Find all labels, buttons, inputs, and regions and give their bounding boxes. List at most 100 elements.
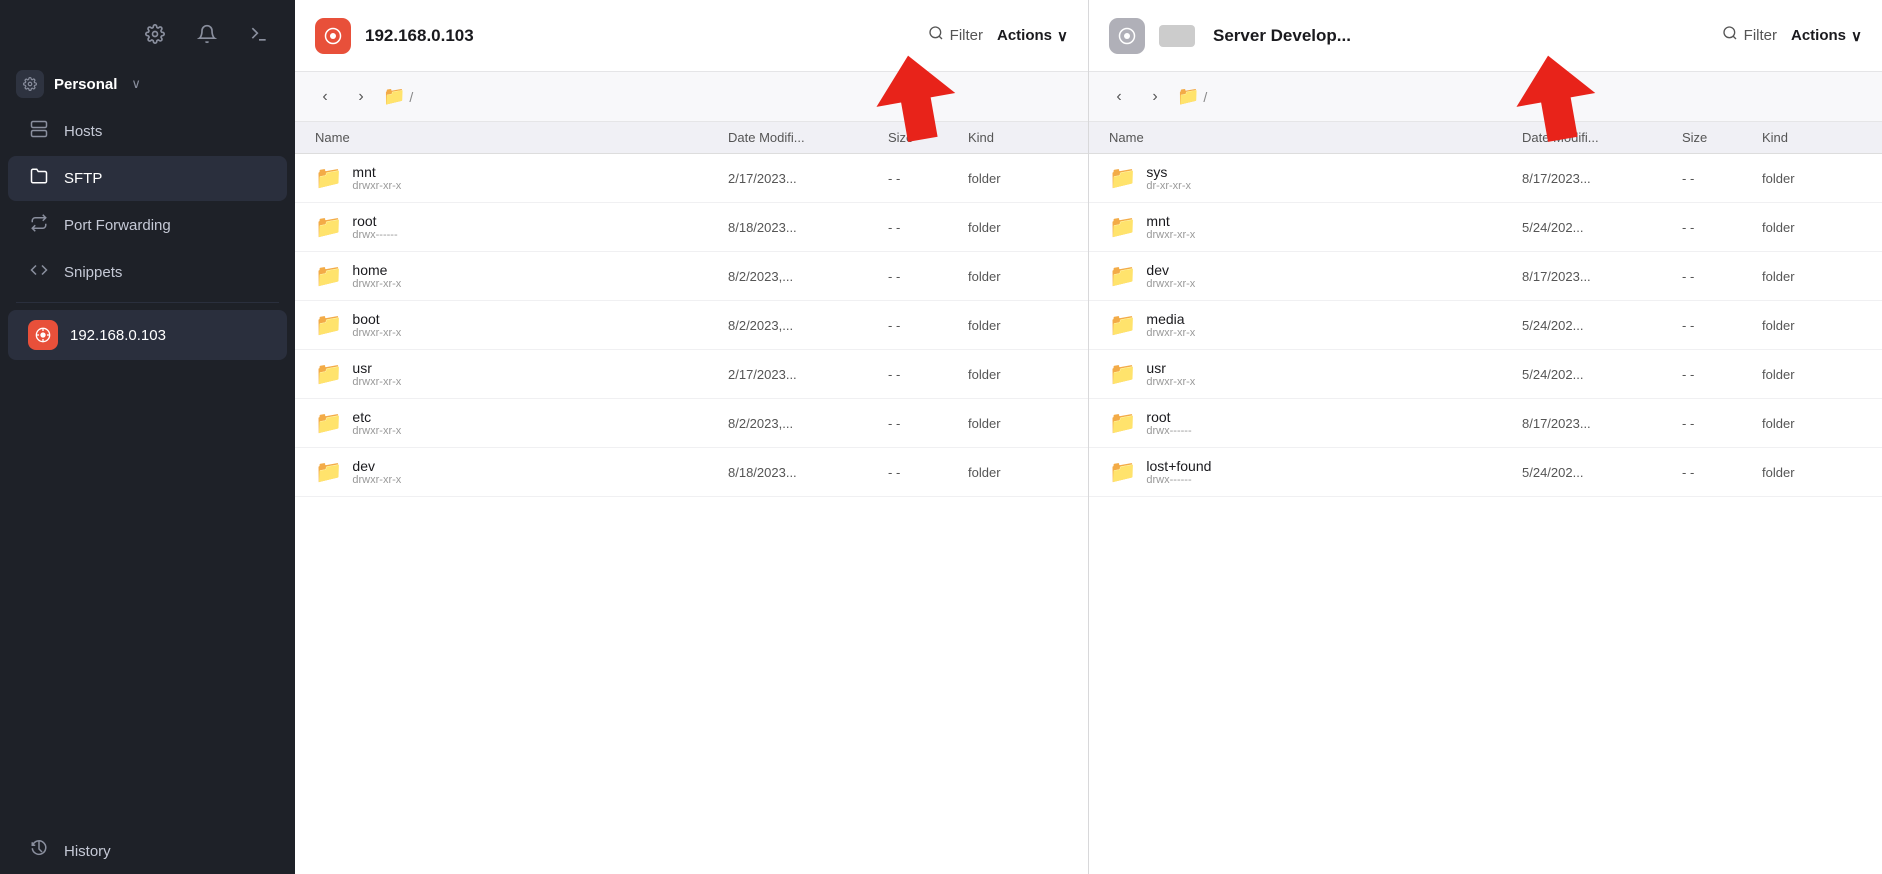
file-kind: folder (1762, 465, 1862, 480)
file-date: 2/17/2023... (728, 367, 888, 382)
personal-section-icon (16, 70, 44, 98)
file-date: 5/24/202... (1522, 367, 1682, 382)
file-date: 8/17/2023... (1522, 416, 1682, 431)
bell-icon-button[interactable] (191, 18, 223, 50)
file-name-cell: 📁 etc drwxr-xr-x (315, 409, 728, 437)
file-kind: folder (968, 171, 1068, 186)
file-name-cell: 📁 dev drwxr-xr-x (315, 458, 728, 486)
sidebar-item-192-168-0-103[interactable]: 192.168.0.103 (8, 310, 287, 360)
sidebar: Personal ∨ Hosts SFTP Port Forwarding Sn… (0, 0, 295, 874)
file-permissions: drwxr-xr-x (1146, 278, 1195, 290)
file-name-cell: 📁 home drwxr-xr-x (315, 262, 728, 290)
hosts-icon (28, 120, 50, 143)
left-actions-button[interactable]: Actions ∨ (997, 27, 1068, 45)
file-name-main: etc (352, 409, 401, 425)
table-row[interactable]: 📁 media drwxr-xr-x 5/24/202... - - folde… (1089, 301, 1882, 350)
folder-icon: 📁 (1109, 165, 1136, 191)
table-row[interactable]: 📁 usr drwxr-xr-x 2/17/2023... - - folder (295, 350, 1088, 399)
file-date: 8/2/2023,... (728, 318, 888, 333)
file-size: - - (1682, 367, 1762, 382)
table-row[interactable]: 📁 lost+found drwx------ 5/24/202... - - … (1089, 448, 1882, 497)
left-filter-button[interactable]: Filter (928, 25, 983, 46)
sidebar-item-port-forwarding[interactable]: Port Forwarding (8, 203, 287, 248)
table-row[interactable]: 📁 mnt drwxr-xr-x 5/24/202... - - folder (1089, 203, 1882, 252)
file-name-cell: 📁 usr drwxr-xr-x (315, 360, 728, 388)
file-permissions: drwx------ (1146, 474, 1211, 486)
file-permissions: drwxr-xr-x (352, 425, 401, 437)
file-date: 8/2/2023,... (728, 269, 888, 284)
file-size: - - (1682, 318, 1762, 333)
left-forward-button[interactable]: › (347, 83, 375, 111)
left-col-name: Name (315, 130, 728, 145)
left-file-panel: 192.168.0.103 Filter Actions ∨ ‹ › 📁 / (295, 0, 1089, 874)
table-row[interactable]: 📁 sys dr-xr-xr-x 8/17/2023... - - folder (1089, 154, 1882, 203)
file-kind: folder (968, 465, 1068, 480)
table-row[interactable]: 📁 mnt drwxr-xr-x 2/17/2023... - - folder (295, 154, 1088, 203)
right-forward-button[interactable]: › (1141, 83, 1169, 111)
right-folder-icon: 📁 (1177, 86, 1199, 107)
file-permissions: drwxr-xr-x (352, 180, 401, 192)
file-kind: folder (1762, 318, 1862, 333)
file-permissions: dr-xr-xr-x (1146, 180, 1191, 192)
left-actions-label: Actions (997, 27, 1052, 44)
right-filter-button[interactable]: Filter (1722, 25, 1777, 46)
sftp-label: SFTP (64, 170, 102, 187)
right-folder-path: 📁 / (1177, 86, 1207, 107)
settings-icon-button[interactable] (139, 18, 171, 50)
file-name-text: sys dr-xr-xr-x (1146, 164, 1191, 192)
file-size: - - (888, 367, 968, 382)
right-back-button[interactable]: ‹ (1105, 83, 1133, 111)
right-actions-label: Actions (1791, 27, 1846, 44)
left-table-header: Name Date Modifi... Size Kind (295, 122, 1088, 154)
file-name-text: dev drwxr-xr-x (352, 458, 401, 486)
left-folder-icon: 📁 (383, 86, 405, 107)
file-permissions: drwxr-xr-x (352, 327, 401, 339)
file-kind: folder (1762, 171, 1862, 186)
sidebar-item-snippets[interactable]: Snippets (8, 250, 287, 295)
folder-icon: 📁 (315, 263, 342, 289)
right-server-thumbnail (1159, 25, 1195, 47)
personal-section-header[interactable]: Personal ∨ (0, 60, 295, 108)
file-name-cell: 📁 usr drwxr-xr-x (1109, 360, 1522, 388)
left-panel-title: 192.168.0.103 (365, 26, 914, 46)
folder-icon: 📁 (315, 459, 342, 485)
file-name-cell: 📁 sys dr-xr-xr-x (1109, 164, 1522, 192)
file-permissions: drwxr-xr-x (352, 278, 401, 290)
folder-icon: 📁 (315, 214, 342, 240)
terminal-icon-button[interactable] (243, 18, 275, 50)
file-size: - - (1682, 171, 1762, 186)
right-actions-chevron-icon: ∨ (1851, 27, 1862, 45)
left-back-button[interactable]: ‹ (311, 83, 339, 111)
file-size: - - (888, 416, 968, 431)
file-name-cell: 📁 mnt drwxr-xr-x (1109, 213, 1522, 241)
file-date: 8/18/2023... (728, 465, 888, 480)
sidebar-top-bar (0, 0, 295, 60)
file-date: 5/24/202... (1522, 465, 1682, 480)
left-col-date: Date Modifi... (728, 130, 888, 145)
table-row[interactable]: 📁 etc drwxr-xr-x 8/2/2023,... - - folder (295, 399, 1088, 448)
left-file-table: Name Date Modifi... Size Kind 📁 mnt drwx… (295, 122, 1088, 874)
sidebar-item-history[interactable]: History (8, 830, 287, 873)
left-col-kind: Kind (968, 130, 1068, 145)
left-filter-label: Filter (950, 27, 983, 44)
file-name-text: usr drwxr-xr-x (352, 360, 401, 388)
file-name-main: root (1146, 409, 1191, 425)
table-row[interactable]: 📁 usr drwxr-xr-x 5/24/202... - - folder (1089, 350, 1882, 399)
right-actions-button[interactable]: Actions ∨ (1791, 27, 1862, 45)
table-row[interactable]: 📁 root drwx------ 8/17/2023... - - folde… (1089, 399, 1882, 448)
table-row[interactable]: 📁 boot drwxr-xr-x 8/2/2023,... - - folde… (295, 301, 1088, 350)
table-row[interactable]: 📁 dev drwxr-xr-x 8/17/2023... - - folder (1089, 252, 1882, 301)
table-row[interactable]: 📁 root drwx------ 8/18/2023... - - folde… (295, 203, 1088, 252)
table-row[interactable]: 📁 home drwxr-xr-x 8/2/2023,... - - folde… (295, 252, 1088, 301)
table-row[interactable]: 📁 dev drwxr-xr-x 8/18/2023... - - folder (295, 448, 1088, 497)
file-kind: folder (968, 367, 1068, 382)
file-name-main: lost+found (1146, 458, 1211, 474)
sidebar-item-sftp[interactable]: SFTP (8, 156, 287, 201)
file-name-text: media drwxr-xr-x (1146, 311, 1195, 339)
left-actions-chevron-icon: ∨ (1057, 27, 1068, 45)
folder-icon: 📁 (315, 165, 342, 191)
file-size: - - (888, 318, 968, 333)
file-name-cell: 📁 lost+found drwx------ (1109, 458, 1522, 486)
sidebar-item-hosts[interactable]: Hosts (8, 109, 287, 154)
right-search-icon (1722, 25, 1738, 46)
